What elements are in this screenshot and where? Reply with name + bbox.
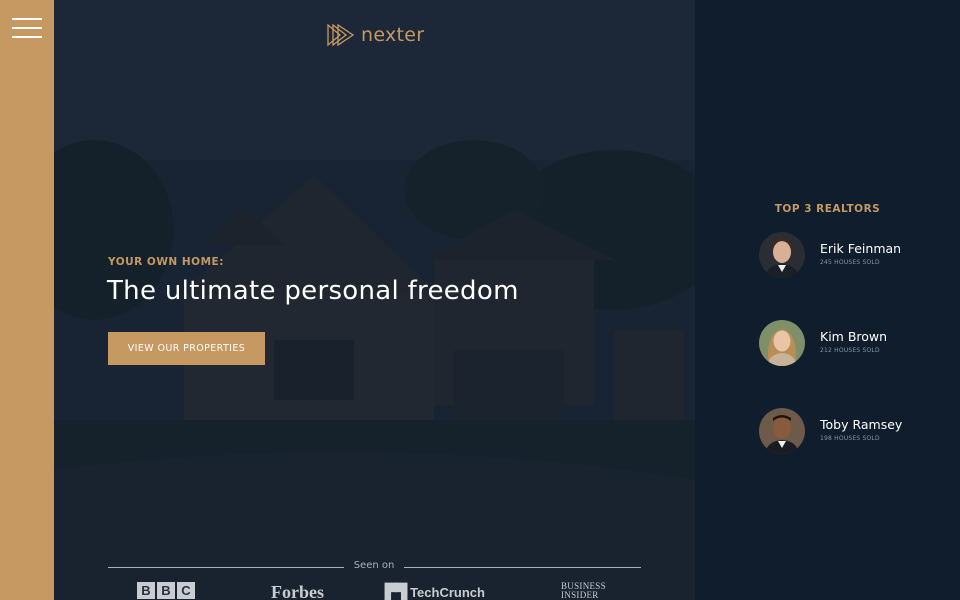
avatar [759,408,805,454]
view-properties-button[interactable]: VIEW OUR PROPERTIES [108,332,265,365]
realtor-card[interactable]: Toby Ramsey 198 HOUSES SOLD [759,408,939,456]
techcrunch-logo: ▛▜ TechCrunch [385,582,485,600]
bbc-letter: C [177,582,195,599]
bbc-letter: B [137,582,155,599]
hero-subtitle: YOUR OWN HOME: [108,256,224,268]
menu-line [12,18,42,20]
sidebar [0,0,54,600]
realtor-photo [759,320,805,366]
logo[interactable]: nexter [326,22,424,48]
menu-line [12,36,42,38]
realtor-name: Kim Brown [820,329,888,344]
play-logo-icon [327,23,355,47]
realtor-sold: 245 HOUSES SOLD [820,259,880,266]
business-insider-logo: BUSINESS INSIDER [561,582,606,600]
techcrunch-mark-icon: ▛▜ [385,584,407,600]
hamburger-menu-icon[interactable] [12,16,42,40]
techcrunch-text: TechCrunch [410,584,485,600]
avatar [759,320,805,366]
realtor-sold: 198 HOUSES SOLD [820,435,880,442]
realtor-name: Toby Ramsey [820,417,903,432]
hero-header: nexter YOUR OWN HOME: The ultimate perso… [54,0,695,600]
business-insider-line: INSIDER [561,590,599,600]
realtor-sold: 212 HOUSES SOLD [820,347,880,354]
realtors-title: TOP 3 REALTORS [774,203,881,215]
hero-heading: The ultimate personal freedom [107,276,519,306]
realtor-photo [759,408,805,454]
realtor-card[interactable]: Erik Feinman 245 HOUSES SOLD [759,232,939,280]
avatar [759,232,805,278]
realtor-photo [759,232,805,278]
forbes-logo: Forbes [271,582,324,600]
realtor-card[interactable]: Kim Brown 212 HOUSES SOLD [759,320,939,368]
bbc-logo: B B C [137,582,197,600]
seen-on-divider: Seen on [108,560,641,574]
realtors-panel: TOP 3 REALTORS Erik Feinman 245 HOUSES S… [695,0,960,600]
bbc-letter: B [157,582,175,599]
realtor-name: Erik Feinman [820,241,902,256]
logo-text: nexter [361,24,425,46]
seen-on-label: Seen on [353,560,395,571]
divider-line [108,567,344,568]
menu-line [12,27,42,29]
divider-line [404,567,641,568]
